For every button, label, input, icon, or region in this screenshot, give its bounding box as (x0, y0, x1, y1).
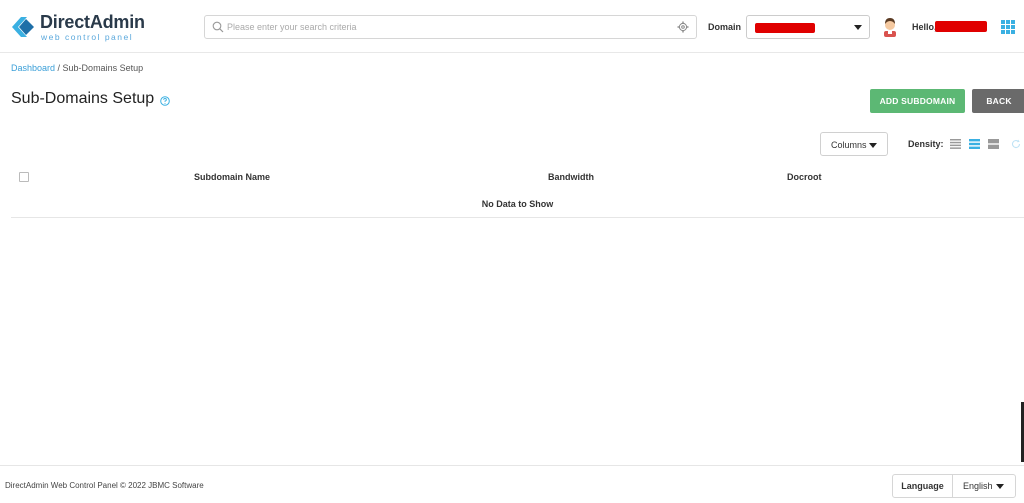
footer: DirectAdmin Web Control Panel © 2022 JBM… (0, 465, 1024, 503)
density-comfortable-icon[interactable] (988, 139, 999, 149)
directadmin-logo[interactable]: DirectAdmin web control panel (10, 11, 150, 43)
help-icon[interactable] (160, 96, 170, 106)
logo-mark-icon (12, 17, 34, 37)
apps-grid-icon[interactable] (1001, 20, 1015, 34)
density-standard-icon[interactable] (969, 139, 980, 149)
search-icon (212, 21, 224, 33)
top-bar: DirectAdmin web control panel Domain Hel… (0, 0, 1024, 53)
domain-label: Domain (708, 22, 742, 32)
chevron-down-icon (996, 484, 1004, 489)
brand-name: DirectAdmin (40, 12, 145, 32)
columns-label: Columns (831, 140, 867, 150)
domain-select[interactable] (746, 15, 870, 39)
add-subdomain-button[interactable]: ADD SUBDOMAIN (870, 89, 965, 113)
domain-value-redacted (755, 23, 815, 33)
columns-dropdown[interactable]: Columns (820, 132, 888, 156)
select-all-checkbox[interactable] (19, 172, 29, 182)
column-header-docroot[interactable]: Docroot (787, 172, 822, 182)
back-button[interactable]: BACK (972, 89, 1024, 113)
breadcrumb-dashboard-link[interactable]: Dashboard (11, 63, 55, 73)
empty-table-message: No Data to Show (11, 190, 1024, 218)
breadcrumb-current: Sub-Domains Setup (62, 63, 144, 73)
chevron-down-icon (869, 143, 877, 148)
greeting: Hello, (912, 22, 937, 32)
breadcrumb-separator: / (55, 63, 63, 73)
search-box (204, 15, 697, 39)
chevron-down-icon (854, 25, 862, 30)
refresh-icon[interactable] (1011, 139, 1021, 149)
gear-icon[interactable] (677, 21, 689, 33)
brand-tagline: web control panel (41, 32, 134, 42)
username-redacted (935, 21, 987, 32)
column-header-bandwidth[interactable]: Bandwidth (548, 172, 594, 182)
density-compact-icon[interactable] (950, 139, 961, 149)
density-label: Density: (908, 139, 944, 149)
language-select[interactable]: English (952, 474, 1016, 498)
table-header: Subdomain Name Bandwidth Docroot (11, 164, 1024, 190)
column-header-subdomain-name[interactable]: Subdomain Name (194, 172, 270, 182)
page-title: Sub-Domains Setup (11, 90, 155, 107)
breadcrumb: Dashboard / Sub-Domains Setup (11, 63, 143, 73)
user-avatar-icon[interactable] (882, 17, 898, 37)
language-label: Language (892, 474, 953, 498)
language-value: English (963, 481, 993, 491)
copyright-text: DirectAdmin Web Control Panel © 2022 JBM… (5, 481, 204, 490)
search-input[interactable] (227, 18, 667, 36)
